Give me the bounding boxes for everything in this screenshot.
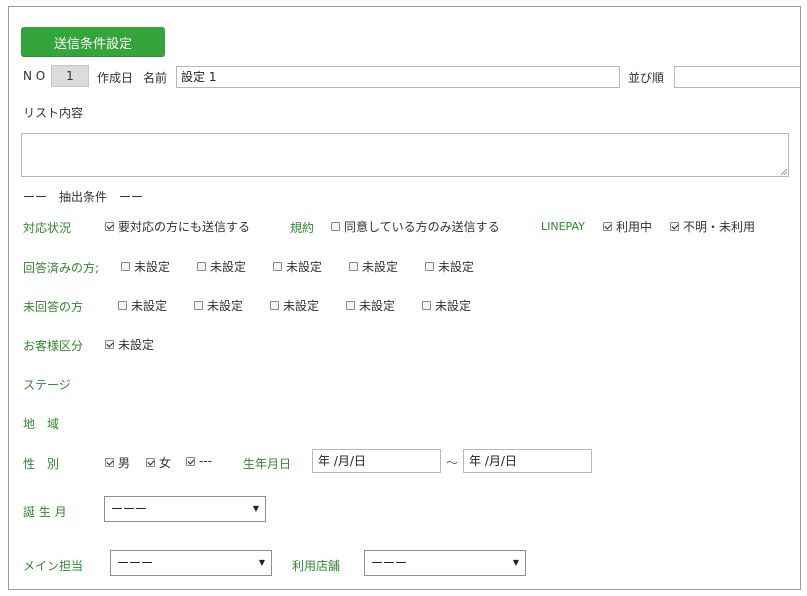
list-content-textarea[interactable] xyxy=(21,133,789,177)
answered-label: 回答済みの方; xyxy=(23,261,100,275)
gender-option-female[interactable]: 女 xyxy=(146,454,171,471)
answered-option[interactable]: 未設定 xyxy=(273,258,322,275)
region-label: 地 域 xyxy=(23,417,60,431)
answered-option-label: 未設定 xyxy=(438,260,475,274)
birthdate-to-input[interactable]: 年 /月/日 xyxy=(463,449,592,473)
birth-month-select[interactable]: ーーー ▼ xyxy=(104,496,266,522)
dropdown-arrow-icon: ▼ xyxy=(258,558,265,567)
gender-option-male[interactable]: 男 xyxy=(105,454,130,471)
unanswered-option[interactable]: 未設定 xyxy=(118,297,167,314)
linepay-label: LINEPAY xyxy=(541,220,585,233)
linepay-option-in-use[interactable]: 利用中 xyxy=(603,218,652,235)
checkbox-checked-icon[interactable] xyxy=(105,222,114,231)
answered-option-label: 未設定 xyxy=(134,260,171,274)
store-select[interactable]: ーーー ▼ xyxy=(364,550,526,576)
answered-option-label: 未設定 xyxy=(210,260,247,274)
checkbox-checked-icon[interactable] xyxy=(603,222,612,231)
unanswered-option-label: 未設定 xyxy=(283,299,320,313)
main-staff-select[interactable]: ーーー ▼ xyxy=(110,550,272,576)
unanswered-option-label: 未設定 xyxy=(131,299,168,313)
unanswered-option[interactable]: 未設定 xyxy=(422,297,471,314)
linepay-option-unknown[interactable]: 不明・未利用 xyxy=(670,218,755,235)
unanswered-option-label: 未設定 xyxy=(359,299,396,313)
store-selected: ーーー xyxy=(371,556,408,570)
checkbox-icon[interactable] xyxy=(331,222,340,231)
linepay-option-unknown-label: 不明・未利用 xyxy=(683,220,756,234)
checkbox-icon[interactable] xyxy=(270,301,279,310)
checkbox-icon[interactable] xyxy=(118,301,127,310)
linepay-option-in-use-label: 利用中 xyxy=(616,220,653,234)
extraction-heading: ーー 抽出条件 ーー xyxy=(23,190,144,204)
unanswered-option-label: 未設定 xyxy=(207,299,244,313)
name-input[interactable]: 設定 1 xyxy=(176,66,620,88)
name-label: 名前 xyxy=(143,71,168,85)
main-staff-selected: ーーー xyxy=(117,556,154,570)
checkbox-icon[interactable] xyxy=(121,262,130,271)
unanswered-option[interactable]: 未設定 xyxy=(270,297,319,314)
no-label: N O xyxy=(23,69,46,83)
support-status-label: 対応状況 xyxy=(23,221,72,235)
gender-label: 性 別 xyxy=(23,457,60,471)
checkbox-icon[interactable] xyxy=(346,301,355,310)
checkbox-icon[interactable] xyxy=(422,301,431,310)
birthdate-label: 生年月日 xyxy=(243,457,292,471)
main-staff-label: メイン担当 xyxy=(23,559,84,573)
terms-label: 規約 xyxy=(290,221,315,235)
checkbox-icon[interactable] xyxy=(273,262,282,271)
unanswered-label: 未回答の方 xyxy=(23,300,84,314)
resize-grip-icon[interactable] xyxy=(780,168,787,175)
checkbox-checked-icon[interactable] xyxy=(105,458,114,467)
support-option-label: 要対応の方にも送信する xyxy=(118,220,251,234)
gender-male-label: 男 xyxy=(118,456,131,470)
created-date-label: 作成日 xyxy=(97,71,134,85)
gender-option-unknown[interactable]: --- xyxy=(186,454,212,468)
answered-option[interactable]: 未設定 xyxy=(121,258,170,275)
dropdown-arrow-icon: ▼ xyxy=(252,504,259,513)
checkbox-icon[interactable] xyxy=(194,301,203,310)
unanswered-option[interactable]: 未設定 xyxy=(194,297,243,314)
checkbox-checked-icon[interactable] xyxy=(186,456,195,466)
checkbox-checked-icon[interactable] xyxy=(670,222,679,231)
stage-label: ステージ xyxy=(23,378,71,392)
answered-option-label: 未設定 xyxy=(362,260,399,274)
checkbox-checked-icon[interactable] xyxy=(146,458,155,467)
checkbox-icon[interactable] xyxy=(349,262,358,271)
terms-option[interactable]: 同意している方のみ送信する xyxy=(331,218,500,235)
send-conditions-button[interactable]: 送信条件設定 xyxy=(21,27,165,57)
dropdown-arrow-icon: ▼ xyxy=(512,558,519,567)
no-value: 1 xyxy=(51,65,89,87)
unanswered-option-label: 未設定 xyxy=(435,299,472,313)
sort-order-label: 並び順 xyxy=(628,71,665,85)
birthdate-from-input[interactable]: 年 /月/日 xyxy=(312,449,441,473)
unanswered-option[interactable]: 未設定 xyxy=(346,297,395,314)
answered-option[interactable]: 未設定 xyxy=(349,258,398,275)
answered-option-label: 未設定 xyxy=(286,260,323,274)
customer-class-option[interactable]: 未設定 xyxy=(105,336,154,353)
checkbox-icon[interactable] xyxy=(425,262,434,271)
customer-class-option-label: 未設定 xyxy=(118,338,155,352)
customer-class-label: お客様区分 xyxy=(23,339,84,353)
checkbox-icon[interactable] xyxy=(197,262,206,271)
answered-option[interactable]: 未設定 xyxy=(425,258,474,275)
support-option[interactable]: 要対応の方にも送信する xyxy=(105,218,250,235)
gender-female-label: 女 xyxy=(159,456,172,470)
birth-month-selected: ーーー xyxy=(111,502,148,516)
store-label: 利用店舗 xyxy=(292,559,341,573)
sort-order-input[interactable] xyxy=(674,66,800,88)
answered-option[interactable]: 未設定 xyxy=(197,258,246,275)
terms-option-label: 同意している方のみ送信する xyxy=(344,220,500,234)
checkbox-checked-icon[interactable] xyxy=(105,340,114,349)
gender-unknown-label: --- xyxy=(199,454,212,468)
list-content-label: リスト内容 xyxy=(23,106,84,120)
birthdate-range-separator: 〜 xyxy=(446,456,459,470)
birth-month-label: 誕 生 月 xyxy=(23,505,67,519)
conditions-form: 送信条件設定 N O 1 作成日 名前 設定 1 並び順 リスト内容 ーー 抽出… xyxy=(8,6,801,590)
